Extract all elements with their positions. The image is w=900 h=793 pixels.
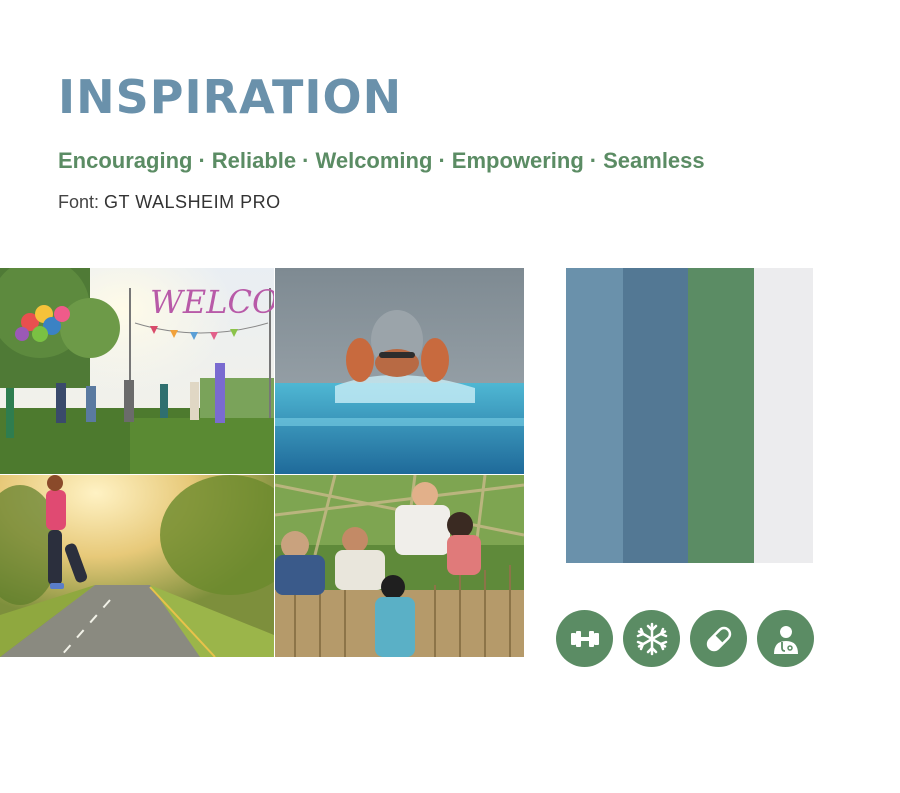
separator-dot: · [438,148,446,173]
pill-icon [690,610,747,667]
photo-swimmer [275,268,524,474]
icon-row [556,610,814,667]
photo-fence-help [275,475,524,657]
brand-values: Encouraging · Reliable · Welcoming · Empowerin… [58,148,705,174]
page-title: INSPIRATION [58,70,403,124]
value-seamless: Seamless [603,148,705,173]
color-palette [566,268,813,563]
value-empowering: Empowering [451,148,584,173]
font-name: GT WALSHEIM PRO [104,192,281,212]
swatch-steel-blue [566,268,623,563]
value-reliable: Reliable [211,148,297,173]
separator-dot: · [589,148,598,173]
swatch-slate-blue [623,268,688,563]
snowflake-icon [623,610,680,667]
swatch-light-gray [754,268,813,563]
value-encouraging: Encouraging [58,148,193,173]
photo-runner [0,475,274,657]
separator-dot: · [302,148,310,173]
dumbbell-icon [556,610,613,667]
doctor-icon [757,610,814,667]
welcome-sign: WELCOME [150,283,274,321]
swatch-green [688,268,754,563]
separator-dot: · [198,148,206,173]
font-label: Font: [58,192,100,212]
font-spec: Font: GT WALSHEIM PRO [58,192,281,213]
value-welcoming: Welcoming [315,148,433,173]
photo-welcome-event: WELCOME [0,268,274,474]
